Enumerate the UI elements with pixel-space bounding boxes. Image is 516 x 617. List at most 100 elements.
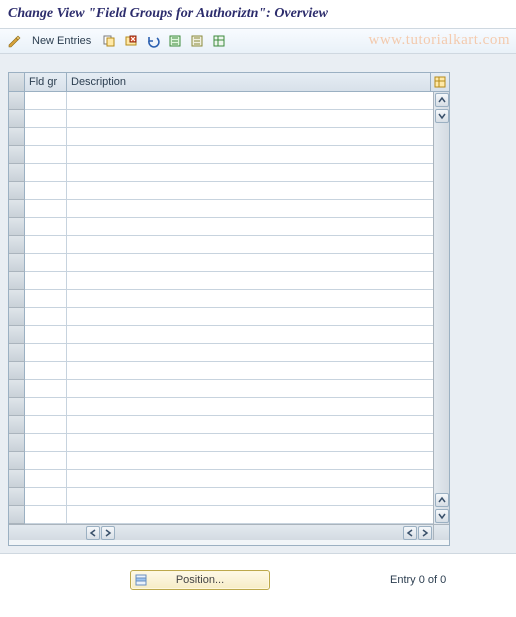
row-selector[interactable] <box>9 272 25 290</box>
scroll-left-end-button[interactable] <box>403 526 417 540</box>
row-selector-header[interactable] <box>9 73 25 91</box>
row-selector[interactable] <box>9 470 25 488</box>
row-selector[interactable] <box>9 92 25 110</box>
cell-description[interactable] <box>67 218 433 236</box>
row-selector[interactable] <box>9 164 25 182</box>
row-selector[interactable] <box>9 362 25 380</box>
cell-description[interactable] <box>67 200 433 218</box>
cell-description[interactable] <box>67 344 433 362</box>
cell-fld-gr[interactable] <box>25 200 67 218</box>
table-header: Fld gr Description <box>9 73 449 92</box>
cell-fld-gr[interactable] <box>25 434 67 452</box>
cell-description[interactable] <box>67 380 433 398</box>
cell-fld-gr[interactable] <box>25 452 67 470</box>
cell-fld-gr[interactable] <box>25 326 67 344</box>
pencil-glasses-icon <box>7 34 21 48</box>
cell-fld-gr[interactable] <box>25 110 67 128</box>
column-header-fld-gr[interactable]: Fld gr <box>25 73 67 91</box>
row-selector[interactable] <box>9 452 25 470</box>
cell-fld-gr[interactable] <box>25 128 67 146</box>
cell-fld-gr[interactable] <box>25 236 67 254</box>
table-row <box>9 470 433 488</box>
cell-fld-gr[interactable] <box>25 146 67 164</box>
cell-description[interactable] <box>67 128 433 146</box>
cell-fld-gr[interactable] <box>25 290 67 308</box>
cell-fld-gr[interactable] <box>25 344 67 362</box>
cell-description[interactable] <box>67 236 433 254</box>
configure-columns-button[interactable] <box>431 73 449 91</box>
cell-description[interactable] <box>67 470 433 488</box>
row-selector[interactable] <box>9 290 25 308</box>
scroll-down-end-button[interactable] <box>435 509 449 523</box>
cell-description[interactable] <box>67 326 433 344</box>
row-selector[interactable] <box>9 416 25 434</box>
deselect-all-button[interactable] <box>187 31 207 51</box>
column-header-description[interactable]: Description <box>67 73 431 91</box>
row-selector[interactable] <box>9 182 25 200</box>
cell-description[interactable] <box>67 416 433 434</box>
cell-description[interactable] <box>67 110 433 128</box>
cell-fld-gr[interactable] <box>25 416 67 434</box>
cell-fld-gr[interactable] <box>25 362 67 380</box>
row-selector[interactable] <box>9 146 25 164</box>
cell-fld-gr[interactable] <box>25 254 67 272</box>
toggle-display-change-button[interactable] <box>4 31 24 51</box>
row-selector[interactable] <box>9 200 25 218</box>
horizontal-scrollbar[interactable] <box>9 524 449 540</box>
cell-fld-gr[interactable] <box>25 182 67 200</box>
cell-description[interactable] <box>67 452 433 470</box>
row-selector[interactable] <box>9 218 25 236</box>
scroll-up-end-button[interactable] <box>435 493 449 507</box>
scroll-left-button[interactable] <box>86 526 100 540</box>
row-selector[interactable] <box>9 380 25 398</box>
cell-description[interactable] <box>67 488 433 506</box>
cell-description[interactable] <box>67 308 433 326</box>
cell-description[interactable] <box>67 146 433 164</box>
row-selector[interactable] <box>9 254 25 272</box>
chevron-right-icon <box>104 529 112 537</box>
cell-fld-gr[interactable] <box>25 218 67 236</box>
table-settings-button[interactable] <box>209 31 229 51</box>
cell-description[interactable] <box>67 506 433 524</box>
new-entries-button[interactable]: New Entries <box>26 31 97 51</box>
cell-fld-gr[interactable] <box>25 272 67 290</box>
delete-button[interactable] <box>121 31 141 51</box>
cell-fld-gr[interactable] <box>25 506 67 524</box>
cell-fld-gr[interactable] <box>25 92 67 110</box>
cell-fld-gr[interactable] <box>25 488 67 506</box>
scroll-right-button[interactable] <box>101 526 115 540</box>
row-selector[interactable] <box>9 110 25 128</box>
copy-as-button[interactable] <box>99 31 119 51</box>
cell-fld-gr[interactable] <box>25 164 67 182</box>
row-selector[interactable] <box>9 128 25 146</box>
row-selector[interactable] <box>9 434 25 452</box>
scroll-right-end-button[interactable] <box>418 526 432 540</box>
table-row <box>9 380 433 398</box>
row-selector[interactable] <box>9 308 25 326</box>
cell-fld-gr[interactable] <box>25 308 67 326</box>
cell-fld-gr[interactable] <box>25 470 67 488</box>
cell-description[interactable] <box>67 434 433 452</box>
cell-description[interactable] <box>67 362 433 380</box>
position-button[interactable]: Position... <box>130 570 270 590</box>
cell-description[interactable] <box>67 254 433 272</box>
select-all-button[interactable] <box>165 31 185 51</box>
scroll-up-button[interactable] <box>435 93 449 107</box>
row-selector[interactable] <box>9 506 25 524</box>
row-selector[interactable] <box>9 488 25 506</box>
vertical-scrollbar[interactable] <box>433 92 449 524</box>
cell-description[interactable] <box>67 290 433 308</box>
cell-description[interactable] <box>67 272 433 290</box>
cell-description[interactable] <box>67 398 433 416</box>
scroll-down-button[interactable] <box>435 109 449 123</box>
row-selector[interactable] <box>9 344 25 362</box>
cell-description[interactable] <box>67 92 433 110</box>
row-selector[interactable] <box>9 398 25 416</box>
cell-description[interactable] <box>67 164 433 182</box>
undo-change-button[interactable] <box>143 31 163 51</box>
cell-description[interactable] <box>67 182 433 200</box>
cell-fld-gr[interactable] <box>25 398 67 416</box>
row-selector[interactable] <box>9 236 25 254</box>
cell-fld-gr[interactable] <box>25 380 67 398</box>
row-selector[interactable] <box>9 326 25 344</box>
